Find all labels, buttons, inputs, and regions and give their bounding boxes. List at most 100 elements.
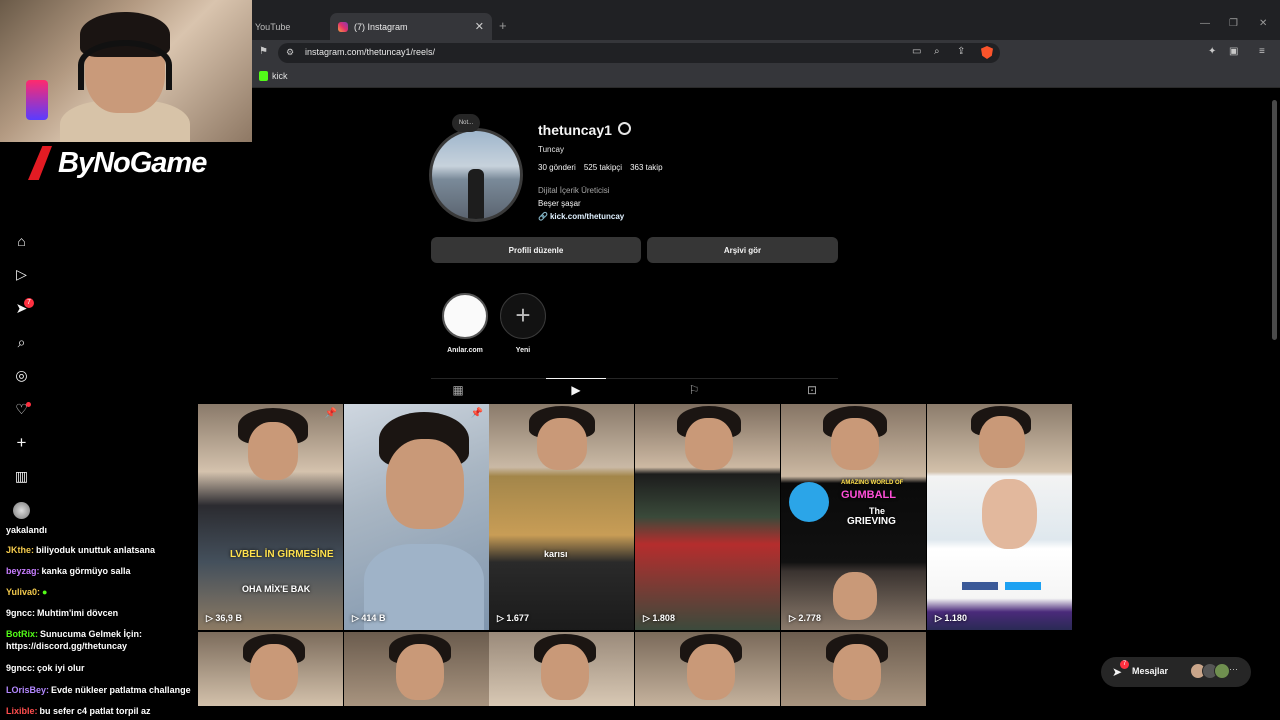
reel-2[interactable]: 📌 ▷ 414 B (344, 404, 489, 630)
reel-views: ▷ 1.677 (497, 613, 529, 623)
profile-fullname: Tuncay (538, 145, 564, 154)
kick-logo-icon[interactable] (259, 71, 268, 81)
reel-caption: AMAZING WORLD OF (841, 480, 904, 486)
bookmark-kick[interactable]: kick (272, 71, 288, 81)
cast-icon[interactable]: ▭ (912, 46, 921, 57)
bynogame-mark-icon (28, 146, 52, 180)
profile-avatar-nav[interactable] (13, 502, 30, 519)
tab-reels-icon[interactable]: ▶ (569, 383, 583, 397)
reel-5[interactable]: AMAZING WORLD OF GUMBALL The GRIEVING ▷ … (781, 404, 926, 630)
reel-views: ▷ 1.808 (643, 613, 675, 623)
reel-1[interactable]: LVBEL İN GİRMESİNE OHA MİX'E BAK 📌 ▷ 36,… (198, 404, 343, 630)
tab-saved-icon[interactable]: ⚐ (687, 383, 701, 397)
bynogame-text: ByNoGame (58, 146, 207, 179)
profile-stats: 30 gönderi 525 takipçi 363 takip (538, 163, 663, 172)
chat-username: 9gncc: (6, 663, 36, 673)
gumball-character (789, 482, 829, 522)
chat-message: BotRix: Sunucuma Gelmek İçin: https://dis… (6, 629, 143, 651)
notification-badge: 7 (24, 298, 34, 308)
reel-7[interactable] (198, 632, 343, 706)
create-icon[interactable]: + (13, 434, 30, 451)
reel-person-face (833, 644, 881, 700)
reel-person-face (687, 644, 735, 700)
share-icon[interactable]: ⇪ (957, 46, 965, 57)
window-close-icon[interactable]: ✕ (1259, 18, 1267, 29)
reel-person-face (833, 572, 877, 620)
pinned-icon: 📌 (324, 408, 337, 419)
minimize-icon[interactable]: — (1200, 18, 1210, 29)
following-count[interactable]: 363 takip (630, 163, 662, 172)
restore-icon[interactable]: ❐ (1229, 18, 1238, 29)
highlight-anilar-label: Anılar.com (447, 347, 483, 354)
reel-4[interactable]: ▷ 1.808 (635, 404, 780, 630)
profile-username: thetuncay1 (538, 122, 612, 138)
search-icon[interactable]: ⌕ (13, 334, 30, 351)
instagram-favicon-icon (338, 21, 348, 32)
reels-icon[interactable]: ▷ (13, 266, 30, 283)
reel-6[interactable]: ▷ 1.180 (927, 404, 1072, 630)
messages-label: Mesajlar (1132, 666, 1169, 676)
reel-views: ▷ 414 B (352, 613, 386, 623)
tab-tagged-icon[interactable]: ⊡ (805, 383, 819, 397)
chat-message: beyzag: kanka görmüyo salla (6, 566, 131, 576)
profile-bio: Beşer şaşar (538, 199, 581, 208)
new-tab-icon[interactable]: + (499, 18, 507, 33)
reel-person-face (541, 644, 589, 700)
profile-avatar[interactable] (429, 128, 523, 222)
followers-count[interactable]: 525 takipçi (584, 163, 622, 172)
chat-message: LOrisBey: Evde nükleer patlatma challange (6, 685, 191, 695)
reel-3[interactable]: karısı ▷ 1.677 (489, 404, 634, 630)
reel-caption: The (869, 506, 886, 516)
settings-gear-icon[interactable] (618, 122, 631, 135)
reel-11[interactable] (781, 632, 926, 706)
chat-username: 9gncc: (6, 608, 36, 618)
pinned-icon: 📌 (470, 408, 483, 419)
link-icon: 🔗 (538, 212, 548, 221)
profile-link[interactable]: 🔗 kick.com/thetuncay (538, 212, 624, 221)
reel-9[interactable] (489, 632, 634, 706)
chat-message: Lixible: bu sefer c4 patlat torpil az (6, 706, 151, 716)
tab-instagram[interactable]: (7) Instagram ✕ (330, 13, 492, 40)
reel-caption: GUMBALL (841, 489, 896, 501)
highlight-new-label: Yeni (515, 347, 531, 354)
chat-username: BotRix: (6, 629, 38, 639)
chat-message: JKthe: biliyoduk unuttuk anlatsana (6, 545, 156, 555)
tabs-divider (431, 378, 838, 379)
webcam-overlay (0, 0, 252, 142)
view-archive-button[interactable]: Arşivi gör (647, 237, 838, 263)
note-bubble[interactable]: Not... (452, 114, 480, 132)
chat-message: Yuliva0: ● (6, 586, 202, 598)
activity-dot (26, 402, 31, 407)
messages-badge: 7 (1120, 660, 1129, 669)
page-scrollbar[interactable] (1272, 100, 1277, 340)
reel-8[interactable] (344, 632, 489, 706)
explore-icon[interactable]: ◎ (13, 367, 30, 384)
chat-message: 9gncc: çok iyi olur (6, 663, 85, 673)
menu-icon[interactable]: ≡ (1259, 46, 1265, 57)
reel-person-face (396, 644, 444, 700)
tab-youtube[interactable]: YouTube (255, 13, 325, 40)
tab-posts-grid-icon[interactable]: ▦ (451, 383, 465, 397)
chat-message: 9gncc: Muhtim'imi dövcen (6, 608, 119, 618)
chat-message: yakalandı (6, 525, 48, 535)
reels-grid: LVBEL İN GİRMESİNE OHA MİX'E BAK 📌 ▷ 36,… (198, 404, 1072, 706)
dashboard-icon[interactable]: ▥ (13, 468, 30, 485)
reel-views: ▷ 1.180 (935, 613, 967, 623)
sidebar-toggle-icon[interactable]: ▣ (1229, 46, 1238, 57)
site-info-icon[interactable]: ⚙ (286, 47, 294, 58)
reel-10[interactable] (635, 632, 780, 706)
active-tab-indicator (546, 378, 606, 379)
message-avatar (1214, 663, 1230, 679)
close-tab-icon[interactable]: ✕ (475, 20, 484, 33)
url-text[interactable]: instagram.com/thetuncay1/reels/ (305, 47, 435, 57)
zoom-icon[interactable]: ⌕ (934, 46, 940, 57)
extensions-icon[interactable]: ✦ (1208, 46, 1216, 57)
bookmark-icon[interactable]: ⚑ (259, 46, 268, 57)
reel-person-face (831, 418, 879, 470)
highlight-new-button[interactable]: + (500, 293, 546, 339)
profile-link-text: kick.com/thetuncay (549, 212, 625, 221)
highlight-anilar[interactable] (442, 293, 488, 339)
home-icon[interactable]: ⌂ (13, 233, 30, 250)
reel-person-face (248, 422, 298, 480)
edit-profile-button[interactable]: Profili düzenle (431, 237, 641, 263)
